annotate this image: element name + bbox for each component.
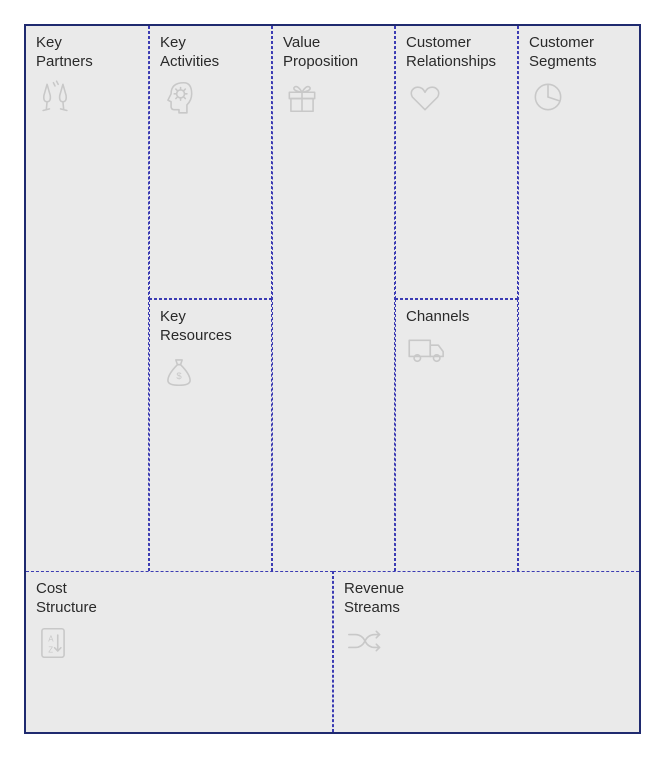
cell-key-partners[interactable]: KeyPartners	[26, 26, 149, 571]
label-customer-segments: CustomerSegments	[529, 34, 629, 72]
label-channels: Channels	[406, 308, 507, 327]
gift-icon	[283, 78, 384, 121]
truck-icon	[406, 333, 507, 372]
svg-text:$: $	[176, 370, 182, 381]
svg-text:Z: Z	[48, 645, 53, 654]
cell-revenue-streams[interactable]: RevenueStreams	[333, 571, 639, 732]
cell-channels[interactable]: Channels	[395, 299, 518, 571]
cell-key-activities[interactable]: KeyActivities	[149, 26, 272, 299]
head-gear-icon	[160, 78, 261, 121]
label-key-resources: KeyResources	[160, 308, 261, 346]
label-key-partners: KeyPartners	[36, 34, 138, 72]
label-key-activities: KeyActivities	[160, 34, 261, 72]
label-value-proposition: ValueProposition	[283, 34, 384, 72]
cell-customer-segments[interactable]: CustomerSegments	[518, 26, 639, 571]
svg-text:A: A	[48, 634, 54, 643]
cell-cost-structure[interactable]: CostStructure A Z	[26, 571, 333, 732]
label-cost-structure: CostStructure	[36, 580, 322, 618]
business-model-canvas: KeyPartners KeyActivities	[24, 24, 641, 734]
cell-key-resources[interactable]: KeyResources $	[149, 299, 272, 571]
toast-icon	[36, 78, 138, 121]
label-revenue-streams: RevenueStreams	[344, 580, 629, 618]
document-sort-icon: A Z	[36, 624, 322, 667]
shuffle-icon	[344, 624, 629, 663]
money-bag-icon: $	[160, 352, 261, 395]
pie-icon	[529, 78, 629, 121]
label-customer-relationships: CustomerRelationships	[406, 34, 507, 72]
heart-icon	[406, 78, 507, 121]
cell-customer-relationships[interactable]: CustomerRelationships	[395, 26, 518, 299]
cell-value-proposition[interactable]: ValueProposition	[272, 26, 395, 571]
